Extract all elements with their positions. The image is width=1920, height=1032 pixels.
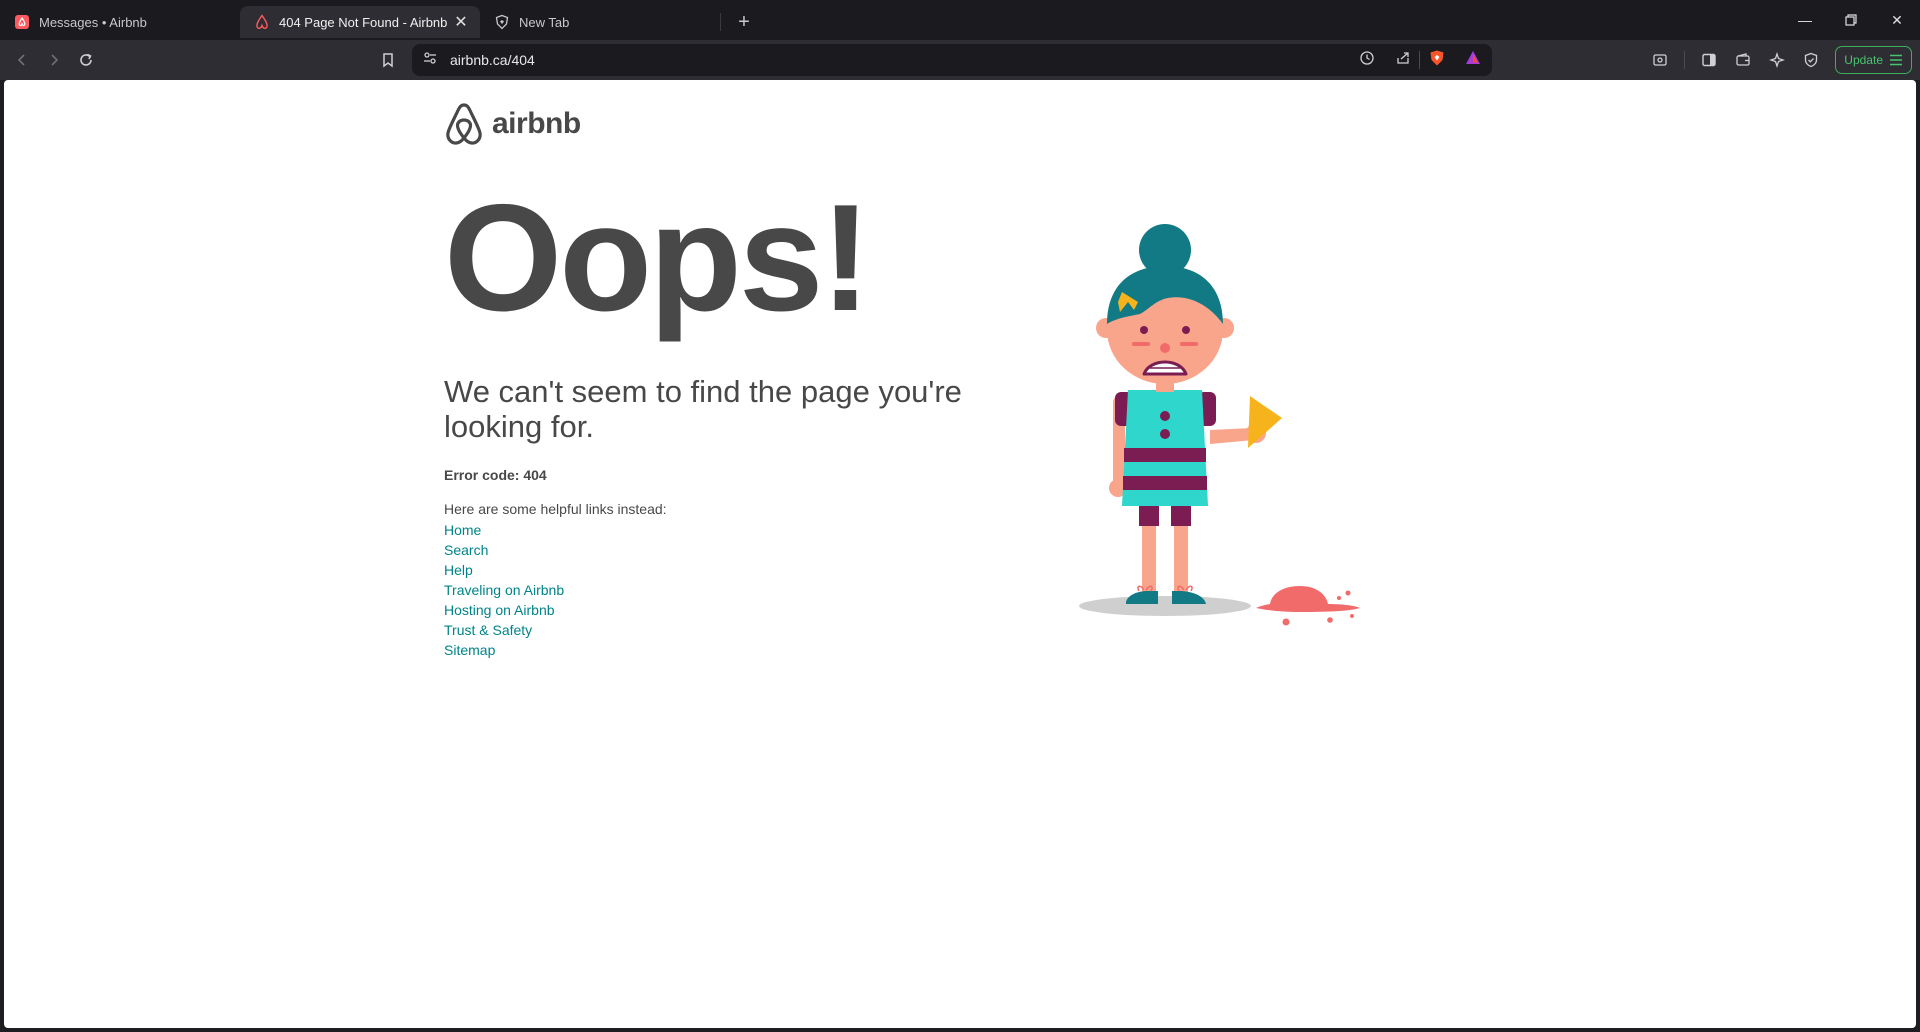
brave-shield-favicon-icon bbox=[494, 14, 510, 30]
close-tab-icon[interactable]: ✕ bbox=[452, 13, 470, 31]
sidebar-button[interactable] bbox=[1693, 44, 1725, 76]
toolbar-separator bbox=[1684, 51, 1686, 69]
screenshot-button[interactable] bbox=[1644, 44, 1676, 76]
airbnb-favicon-icon bbox=[254, 14, 270, 30]
update-button[interactable]: Update bbox=[1835, 46, 1912, 74]
bookmark-button[interactable] bbox=[372, 44, 404, 76]
list-item: Traveling on Airbnb bbox=[444, 580, 564, 600]
sidebar-icon bbox=[1702, 53, 1716, 67]
tab-404-page[interactable]: 404 Page Not Found - Airbnb ✕ bbox=[240, 6, 480, 38]
new-tab-button[interactable]: + bbox=[729, 7, 759, 37]
brave-rewards-icon[interactable] bbox=[1464, 49, 1482, 72]
link-search[interactable]: Search bbox=[444, 542, 488, 558]
link-sitemap[interactable]: Sitemap bbox=[444, 642, 495, 658]
ice-cream-cone bbox=[1248, 396, 1282, 448]
link-trust-safety[interactable]: Trust & Safety bbox=[444, 622, 532, 638]
plus-icon: + bbox=[738, 10, 750, 33]
url-text[interactable]: airbnb.ca/404 bbox=[450, 52, 1359, 68]
list-item: Search bbox=[444, 540, 564, 560]
link-hosting[interactable]: Hosting on Airbnb bbox=[444, 602, 555, 618]
share-icon[interactable] bbox=[1395, 50, 1411, 71]
vpn-icon bbox=[1805, 52, 1818, 68]
forward-button[interactable] bbox=[38, 44, 70, 76]
back-button[interactable] bbox=[6, 44, 38, 76]
tab-new-tab[interactable]: New Tab bbox=[480, 6, 720, 38]
site-settings-icon[interactable] bbox=[422, 50, 438, 71]
list-item: Sitemap bbox=[444, 640, 564, 660]
brave-shields-icon[interactable] bbox=[1428, 49, 1446, 72]
bookmark-icon bbox=[383, 53, 393, 68]
reload-button[interactable] bbox=[70, 44, 102, 76]
close-window-button[interactable]: ✕ bbox=[1874, 0, 1920, 40]
error-code: Error code: 404 bbox=[444, 467, 547, 483]
minimize-button[interactable]: — bbox=[1782, 0, 1828, 40]
helpful-links-label: Here are some helpful links instead: bbox=[444, 501, 667, 517]
dropped-ice-cream-splat bbox=[1256, 586, 1360, 626]
wallet-button[interactable] bbox=[1727, 44, 1759, 76]
back-icon bbox=[17, 54, 25, 66]
forward-icon bbox=[51, 54, 59, 66]
tab-label: 404 Page Not Found - Airbnb bbox=[279, 14, 448, 30]
wallet-icon bbox=[1736, 53, 1750, 66]
toolbar-right-tools: Update bbox=[1644, 44, 1912, 76]
helpful-links-list: Home Search Help Traveling on Airbnb Hos… bbox=[444, 520, 564, 660]
window-controls: — ✕ bbox=[1782, 0, 1920, 40]
leo-ai-button[interactable] bbox=[1761, 44, 1793, 76]
screenshot-icon bbox=[1653, 54, 1667, 66]
restore-icon bbox=[1845, 14, 1857, 26]
tab-separator bbox=[720, 13, 721, 31]
tab-messages[interactable]: Messages • Airbnb bbox=[0, 6, 240, 38]
minimize-icon: — bbox=[1798, 12, 1812, 28]
link-home[interactable]: Home bbox=[444, 522, 481, 538]
link-help[interactable]: Help bbox=[444, 562, 473, 578]
vpn-button[interactable] bbox=[1795, 44, 1827, 76]
list-item: Hosting on Airbnb bbox=[444, 600, 564, 620]
url-separator bbox=[1419, 51, 1420, 69]
close-icon: ✕ bbox=[1891, 11, 1903, 28]
sad-girl-illustration bbox=[1079, 224, 1360, 626]
tab-label: Messages • Airbnb bbox=[39, 14, 147, 30]
history-icon[interactable] bbox=[1359, 50, 1375, 71]
page-viewport: airbnb Oops! We can't seem to find the p… bbox=[4, 80, 1916, 1028]
browser-toolbar: airbnb.ca/404 Update bbox=[0, 40, 1920, 80]
page-subtitle: We can't seem to find the page you're lo… bbox=[444, 374, 962, 444]
restore-button[interactable] bbox=[1828, 0, 1874, 40]
list-item: Help bbox=[444, 560, 564, 580]
reload-icon bbox=[80, 53, 92, 66]
list-item: Trust & Safety bbox=[444, 620, 564, 640]
update-label: Update bbox=[1844, 53, 1883, 67]
airbnb-belo-icon bbox=[446, 103, 482, 145]
airbnb-logo[interactable]: airbnb bbox=[444, 102, 581, 146]
tab-label: New Tab bbox=[519, 14, 570, 30]
tab-strip: Messages • Airbnb 404 Page Not Found - A… bbox=[0, 0, 1920, 40]
list-item: Home bbox=[444, 520, 564, 540]
error-content: airbnb Oops! We can't seem to find the p… bbox=[444, 80, 1484, 780]
airbnb-favicon-icon bbox=[14, 14, 30, 30]
link-traveling[interactable]: Traveling on Airbnb bbox=[444, 582, 564, 598]
menu-icon bbox=[1890, 54, 1902, 66]
leo-ai-icon bbox=[1769, 52, 1786, 68]
page-title: Oops! bbox=[444, 173, 871, 343]
address-bar[interactable]: airbnb.ca/404 bbox=[412, 44, 1492, 76]
logo-wordmark: airbnb bbox=[492, 107, 581, 140]
